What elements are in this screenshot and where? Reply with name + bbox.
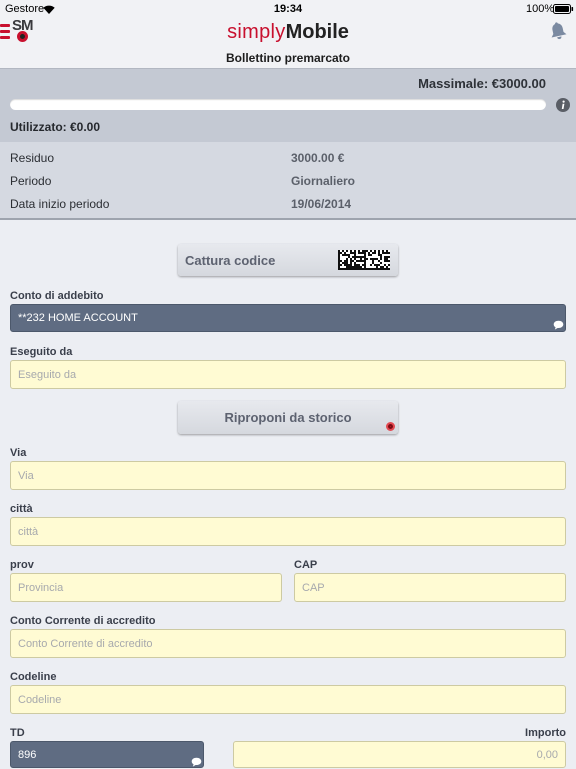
page-title: Bollettino premarcato — [225, 51, 351, 65]
battery-icon — [553, 4, 574, 14]
codeline-label: Codeline — [10, 671, 57, 683]
battery-level: 100% — [526, 3, 555, 15]
td-label: TD — [10, 727, 25, 739]
status-time: 19:34 — [273, 3, 303, 15]
summary-label-data-inizio: Data inizio periodo — [10, 197, 110, 211]
summary-value-residuo: 3000.00 € — [291, 151, 345, 165]
summary-value-periodo: Giornaliero — [291, 174, 356, 188]
speech-bubble-icon — [191, 757, 202, 767]
td-value: 896 — [18, 749, 37, 761]
td-select[interactable]: 896 — [10, 741, 204, 768]
top-bar: Gestore 19:34 100% SM simplyMobile Bolle… — [0, 0, 576, 68]
conto-addebito-select[interactable]: **232 HOME ACCOUNT — [10, 304, 566, 332]
importo-input[interactable] — [233, 741, 566, 768]
barcode-icon — [338, 250, 390, 270]
capture-code-button[interactable]: Cattura codice — [178, 244, 398, 276]
history-icon — [386, 422, 395, 431]
summary-value-data-inizio: 19/06/2014 — [291, 197, 352, 211]
cap-input[interactable] — [294, 573, 566, 602]
prov-label: prov — [10, 559, 34, 571]
brand-logo-part1: simply — [227, 21, 286, 43]
brand-logo-part2: Mobile — [285, 21, 349, 43]
eseguito-da-input[interactable] — [10, 360, 566, 389]
conto-accredito-input[interactable] — [10, 629, 566, 658]
summary-panel: Residuo 3000.00 € Periodo Giornaliero Da… — [0, 142, 576, 220]
cap-label: CAP — [294, 559, 318, 571]
citta-label: città — [10, 503, 33, 515]
citta-input[interactable] — [10, 517, 566, 546]
conto-addebito-value: **232 HOME ACCOUNT — [18, 312, 138, 324]
capture-code-label: Cattura codice — [185, 253, 276, 268]
summary-label-residuo: Residuo — [10, 151, 55, 165]
via-label: Via — [10, 447, 27, 459]
summary-label-periodo: Periodo — [10, 174, 52, 188]
repeat-from-history-button[interactable]: Riproponi da storico — [178, 401, 398, 434]
importo-label: Importo — [525, 727, 566, 739]
eseguito-da-label: Eseguito da — [10, 346, 73, 358]
conto-accredito-label: Conto Corrente di accredito — [10, 615, 156, 627]
massimale-label: Massimale: €3000.00 — [418, 76, 546, 91]
bell-icon[interactable] — [549, 21, 567, 41]
brand-logo: simplyMobile — [0, 20, 576, 44]
utilizzato-label: Utilizzato: €0.00 — [10, 120, 101, 134]
usage-progress-bar — [10, 99, 546, 110]
provincia-input[interactable] — [10, 573, 282, 602]
limits-panel: Massimale: €3000.00 Utilizzato: €0.00 — [0, 68, 576, 142]
repeat-from-history-label: Riproponi da storico — [224, 410, 352, 425]
speech-bubble-icon — [553, 320, 564, 330]
via-input[interactable] — [10, 461, 566, 490]
codeline-input[interactable] — [10, 685, 566, 714]
conto-addebito-label: Conto di addebito — [10, 290, 104, 302]
info-icon[interactable] — [556, 98, 570, 112]
